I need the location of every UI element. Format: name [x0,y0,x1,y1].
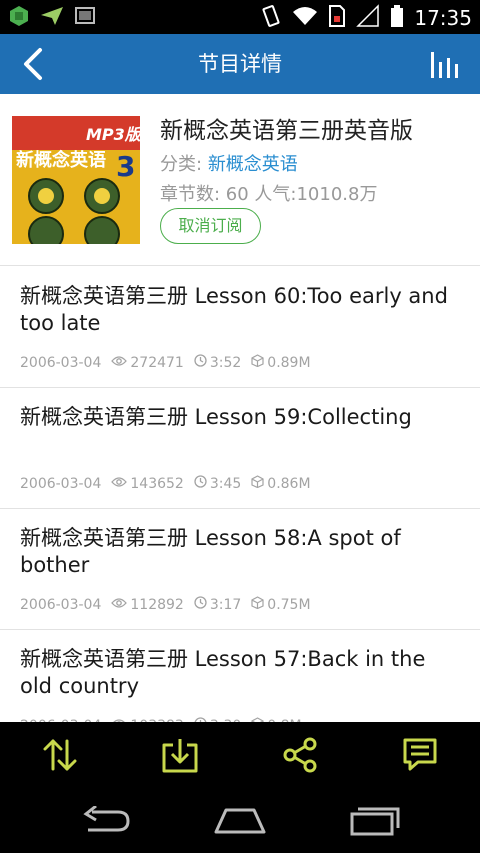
episode-date: 2006-03-04 [20,355,102,371]
home-nav-icon [214,808,266,834]
episode-duration: 3:17 [194,596,241,614]
cube-icon [251,596,267,614]
cube-icon [251,354,267,372]
episode-size: 0.75M [251,596,311,614]
episode-title: 新概念英语第三册 Lesson 58:A spot of bother [20,526,401,577]
category-label: 分类: [160,154,203,175]
system-nav-bar [0,788,480,853]
album-header: MP3版 新概念英语 3 新概念英语第三册英音版 分类: 新概念英语 章节数: … [0,94,480,266]
status-bar: 17:35 [0,0,480,34]
clock-icon [194,354,210,372]
clock-icon [194,475,210,493]
sim-icon [328,4,346,32]
episode-size: 0.89M [251,354,311,372]
share-icon [283,737,317,773]
eye-icon [111,354,130,372]
episode-meta: 2006-03-04 112892 3:17 0.75M [20,596,321,614]
download-button[interactable] [162,737,198,773]
episode-meta: 2006-03-04 272471 3:52 0.89M [20,354,321,372]
eye-icon [111,475,130,493]
nav-home-button[interactable] [212,806,268,836]
episode-plays: 143652 [111,475,184,493]
album-category: 分类: 新概念英语 [160,152,298,178]
playing-indicator-button[interactable] [430,48,462,80]
episode-item[interactable]: 新概念英语第三册 Lesson 59:Collecting 2006-03-04 1… [0,388,480,509]
signal-icon [356,4,380,32]
sort-icon [43,739,77,771]
clock-icon [194,596,210,614]
app-notification-icon [8,5,30,31]
cover-badge: MP3版 [86,125,140,144]
album-cover: MP3版 新概念英语 3 [12,116,140,244]
episode-plays: 272471 [111,354,184,372]
episode-meta: 2006-03-04 143652 3:45 0.86M [20,475,321,493]
battery-icon [390,4,404,32]
episode-item[interactable]: 新概念英语第三册 Lesson 60:Too early and too lat… [0,267,480,388]
share-button[interactable] [282,737,318,773]
screenshot-notification-icon [74,5,96,31]
send-notification-icon [40,5,64,31]
episode-duration-value: 3:45 [209,476,242,492]
unsubscribe-button[interactable]: 取消订阅 [160,208,261,244]
episode-duration: 3:45 [194,475,241,493]
episode-duration-value: 3:17 [209,597,242,613]
vibrate-icon [260,4,282,32]
episode-date: 2006-03-04 [20,476,102,492]
eye-icon [111,596,130,614]
episode-title: 新概念英语第三册 Lesson 60:Too early and too lat… [20,284,448,335]
bottom-toolbar [0,722,480,788]
sort-button[interactable] [42,737,78,773]
episode-size-value: 0.89M [267,355,311,371]
cover-number: 3 [116,150,135,183]
album-title: 新概念英语第三册英音版 [160,118,413,144]
wifi-icon [292,5,318,31]
title-bar: 节目详情 [0,34,480,94]
clock: 17:35 [414,6,472,30]
episode-title: 新概念英语第三册 Lesson 59:Collecting [20,405,412,429]
album-stats: 章节数: 60 人气:1010.8万 [160,184,378,205]
episode-duration-value: 3:52 [209,355,242,371]
episode-size: 0.86M [251,475,311,493]
category-link[interactable]: 新概念英语 [208,154,298,175]
back-nav-icon [83,804,130,832]
episode-size-value: 0.75M [267,597,311,613]
episode-plays-value: 143652 [130,476,184,492]
recents-nav-icon [350,807,400,836]
nav-back-button[interactable] [78,804,134,836]
equalizer-icon [431,52,458,78]
cube-icon [251,475,267,493]
episode-plays-value: 112892 [130,597,184,613]
episode-size-value: 0.86M [267,476,311,492]
comment-icon [403,738,437,771]
nav-recents-button[interactable] [346,806,402,836]
page-title: 节目详情 [198,52,282,76]
episode-title: 新概念英语第三册 Lesson 57:Back in the old count… [20,647,426,698]
episode-duration: 3:52 [194,354,241,372]
episode-plays: 112892 [111,596,184,614]
episode-plays-value: 272471 [130,355,184,371]
episode-date: 2006-03-04 [20,597,102,613]
episode-item[interactable]: 新概念英语第三册 Lesson 58:A spot of bother 2006-… [0,509,480,630]
comment-button[interactable] [402,737,438,773]
download-icon [162,739,198,773]
cover-title: 新概念英语 [16,149,106,171]
